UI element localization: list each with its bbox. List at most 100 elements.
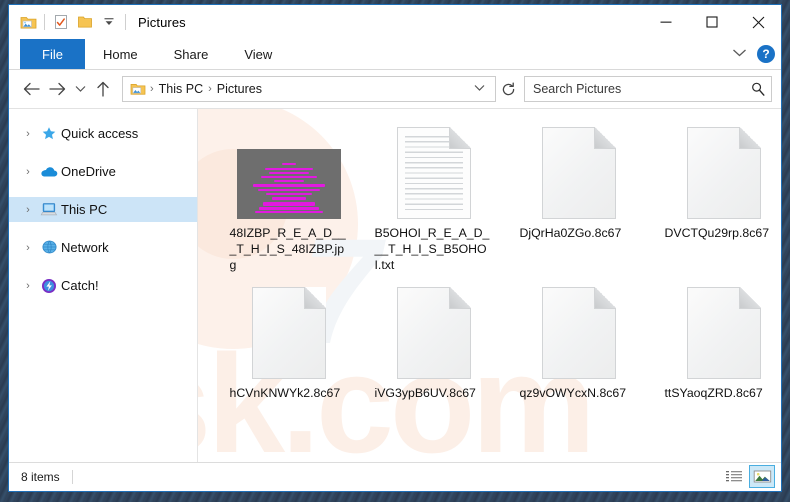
- tab-share[interactable]: Share: [156, 39, 227, 69]
- forward-button[interactable]: [44, 76, 70, 102]
- chevron-right-icon[interactable]: ›: [19, 128, 37, 140]
- file-item[interactable]: hCVnKNWYk2.8c67: [216, 277, 361, 401]
- tab-view[interactable]: View: [226, 39, 290, 69]
- blank-document-icon: [541, 127, 616, 219]
- search-icon[interactable]: [751, 82, 765, 96]
- chevron-down-icon[interactable]: [732, 45, 747, 63]
- blank-document-icon: [686, 127, 761, 219]
- tab-file[interactable]: File: [20, 39, 85, 69]
- chevron-right-icon[interactable]: ›: [19, 166, 37, 178]
- toolbar-divider-2: [125, 14, 126, 30]
- customize-qat-icon[interactable]: [97, 10, 121, 34]
- window-title: Pictures: [138, 14, 186, 30]
- sidebar-item-label: Quick access: [61, 126, 139, 141]
- file-item[interactable]: B5OHOI_R_E_A_D___T_H_I_S_B5OHOI.txt: [361, 117, 506, 273]
- chevron-right-icon[interactable]: ›: [19, 204, 37, 216]
- search-box[interactable]: [524, 76, 772, 102]
- file-thumbnail-blank: [669, 123, 779, 219]
- maximize-button[interactable]: [689, 5, 735, 39]
- recent-locations-button[interactable]: [70, 76, 90, 102]
- quick-access-toolbar: [9, 10, 130, 34]
- ribbon-tab-bar: File Home Share View ?: [9, 39, 781, 70]
- file-thumbnail-blank: [379, 283, 489, 379]
- cloud-icon: [37, 165, 61, 178]
- breadcrumb-item-pictures[interactable]: Pictures: [214, 82, 265, 96]
- ribbon-right-controls: ?: [732, 39, 775, 69]
- window-controls: [643, 5, 781, 39]
- file-explorer-window: Pictures File Home Share View ? › This P…: [8, 4, 782, 492]
- file-name: ttSYaoqZRD.8c67: [664, 386, 763, 400]
- file-grid: 48IZBP_R_E_A_D___T_H_I_S_48IZBP.jpg B5OH…: [198, 109, 781, 401]
- file-name: 48IZBP_R_E_A_D___T_H_I_S_48IZBP.jpg: [229, 226, 346, 272]
- sidebar-item-label: This PC: [61, 202, 108, 217]
- breadcrumb-folder-icon: [127, 82, 148, 96]
- title-bar: Pictures: [9, 5, 781, 39]
- sidebar-item-this-pc[interactable]: › This PC: [9, 197, 197, 222]
- file-item[interactable]: iVG3ypB6UV.8c67: [361, 277, 506, 401]
- sidebar-item-catch[interactable]: › Catch!: [9, 273, 197, 298]
- status-divider: [71, 470, 73, 484]
- breadcrumb-dropdown-icon[interactable]: [468, 84, 491, 95]
- sidebar-item-label: Catch!: [61, 278, 99, 293]
- search-input[interactable]: [531, 81, 751, 97]
- status-bar: 8 items: [9, 462, 781, 491]
- file-item[interactable]: DjQrHa0ZGo.8c67: [506, 117, 651, 273]
- file-thumbnail-blank: [524, 283, 634, 379]
- file-name: hCVnKNWYk2.8c67: [229, 386, 341, 400]
- item-count-label: 8 items: [21, 470, 60, 484]
- star-icon: [37, 126, 61, 142]
- large-icons-view-button[interactable]: [749, 465, 775, 488]
- file-list-pane[interactable]: 7 risk.com: [198, 109, 781, 462]
- computer-icon: [37, 202, 61, 217]
- close-button[interactable]: [735, 5, 781, 39]
- sidebar-item-onedrive[interactable]: › OneDrive: [9, 159, 197, 184]
- blank-document-icon: [541, 287, 616, 379]
- file-thumbnail-image: [234, 123, 344, 219]
- sidebar-item-label: OneDrive: [61, 164, 116, 179]
- breadcrumb-item-this-pc[interactable]: This PC: [156, 82, 206, 96]
- catch-icon: [37, 278, 61, 294]
- file-name: B5OHOI_R_E_A_D___T_H_I_S_B5OHOI.txt: [374, 226, 490, 272]
- breadcrumb[interactable]: › This PC › Pictures: [122, 76, 496, 102]
- breadcrumb-separator-1[interactable]: ›: [148, 83, 156, 95]
- file-thumbnail-blank: [524, 123, 634, 219]
- refresh-button[interactable]: [496, 77, 520, 101]
- toolbar-divider: [44, 14, 45, 30]
- help-icon[interactable]: ?: [757, 45, 775, 63]
- tab-home[interactable]: Home: [85, 39, 156, 69]
- chevron-right-icon[interactable]: ›: [19, 280, 37, 292]
- address-bar: › This PC › Pictures: [9, 70, 781, 108]
- properties-icon[interactable]: [49, 10, 73, 34]
- sidebar-item-network[interactable]: › Network: [9, 235, 197, 260]
- file-name: iVG3ypB6UV.8c67: [374, 386, 476, 400]
- breadcrumb-separator-2[interactable]: ›: [206, 83, 214, 95]
- file-item[interactable]: DVCTQu29rp.8c67: [651, 117, 781, 273]
- file-thumbnail-blank: [234, 283, 344, 379]
- chevron-right-icon[interactable]: ›: [19, 242, 37, 254]
- pictures-folder-icon[interactable]: [16, 10, 40, 34]
- file-item[interactable]: ttSYaoqZRD.8c67: [651, 277, 781, 401]
- file-name: DVCTQu29rp.8c67: [664, 226, 770, 240]
- file-name: qz9vOWYcxN.8c67: [519, 386, 627, 400]
- file-thumbnail-text: [379, 123, 489, 219]
- navigation-pane: › Quick access › OneDrive › This PC › Ne…: [9, 109, 198, 462]
- sidebar-item-label: Network: [61, 240, 109, 255]
- ransom-note-image-icon: [236, 149, 341, 219]
- blank-document-icon: [396, 287, 471, 379]
- explorer-body: › Quick access › OneDrive › This PC › Ne…: [9, 108, 781, 462]
- network-icon: [37, 240, 61, 255]
- new-folder-icon[interactable]: [73, 10, 97, 34]
- details-view-button[interactable]: [721, 465, 747, 488]
- file-name: DjQrHa0ZGo.8c67: [519, 226, 622, 240]
- file-item[interactable]: 48IZBP_R_E_A_D___T_H_I_S_48IZBP.jpg: [216, 117, 361, 273]
- sidebar-item-quick-access[interactable]: › Quick access: [9, 121, 197, 146]
- file-item[interactable]: qz9vOWYcxN.8c67: [506, 277, 651, 401]
- blank-document-icon: [686, 287, 761, 379]
- up-button[interactable]: [90, 76, 116, 102]
- text-document-icon: [396, 127, 471, 219]
- view-mode-buttons: [721, 465, 775, 488]
- file-thumbnail-blank: [669, 283, 779, 379]
- blank-document-icon: [251, 287, 326, 379]
- back-button[interactable]: [18, 76, 44, 102]
- minimize-button[interactable]: [643, 5, 689, 39]
